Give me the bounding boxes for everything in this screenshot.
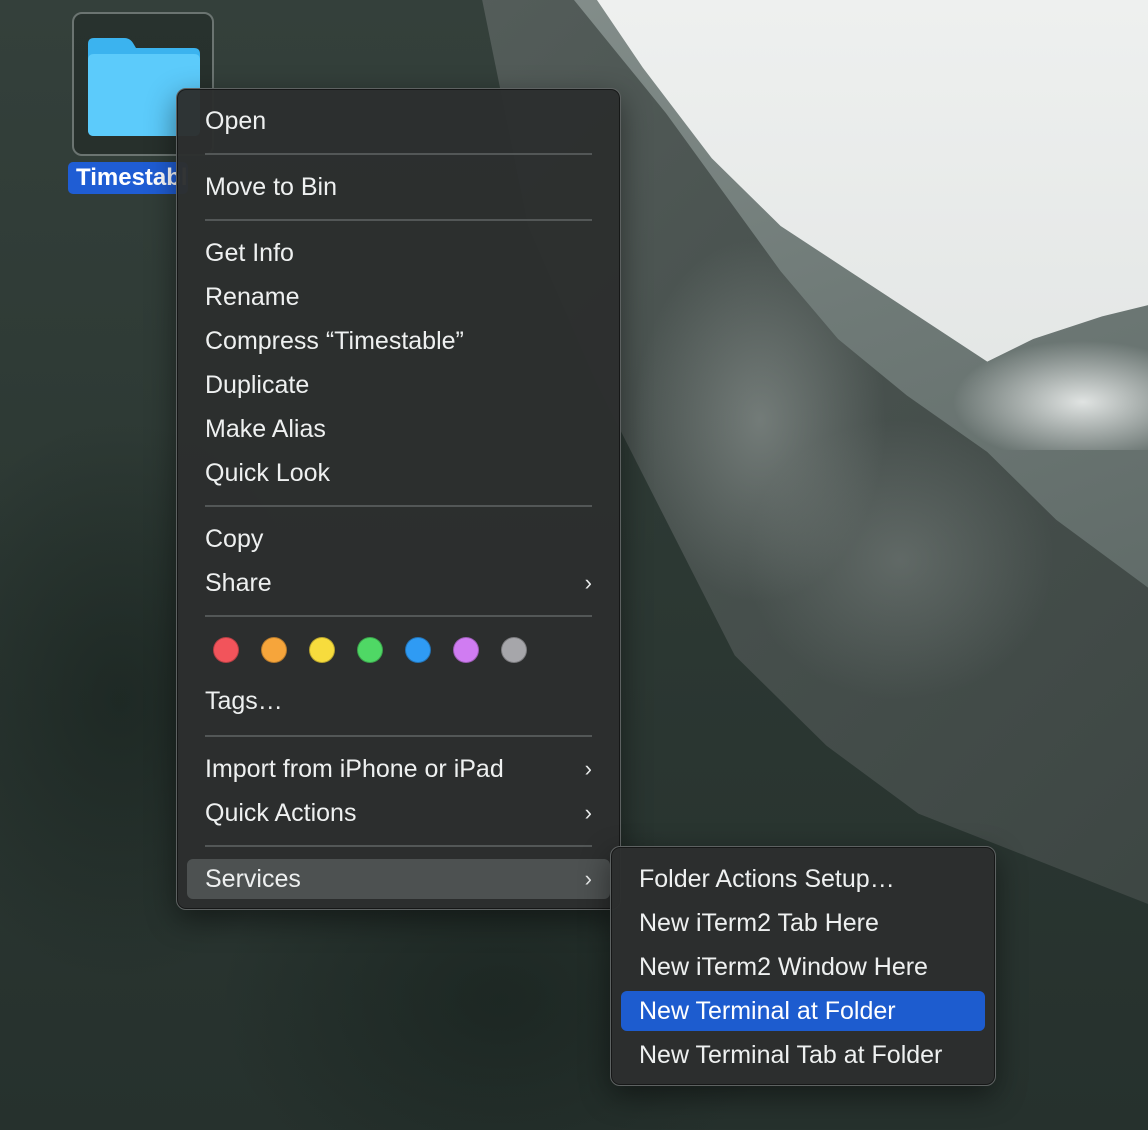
service-new-iterm2-window[interactable]: New iTerm2 Window Here: [621, 947, 985, 987]
context-menu: Open Move to Bin Get Info Rename Compres…: [176, 88, 621, 910]
service-new-iterm2-tab[interactable]: New iTerm2 Tab Here: [621, 903, 985, 943]
service-new-terminal-tab-at-folder[interactable]: New Terminal Tab at Folder: [621, 1035, 985, 1075]
menu-item-quick-look[interactable]: Quick Look: [187, 453, 610, 493]
menu-item-open[interactable]: Open: [187, 101, 610, 141]
folder-name-label[interactable]: Timestable: [68, 162, 188, 194]
menu-item-compress[interactable]: Compress “Timestable”: [187, 321, 610, 361]
menu-item-tags[interactable]: Tags…: [187, 681, 610, 721]
menu-separator: [205, 845, 592, 847]
menu-item-import-from-iphone[interactable]: Import from iPhone or iPad ›: [187, 749, 610, 789]
tag-green-dot[interactable]: [357, 637, 383, 663]
menu-separator: [205, 219, 592, 221]
menu-item-quick-actions[interactable]: Quick Actions ›: [187, 793, 610, 833]
tag-red-dot[interactable]: [213, 637, 239, 663]
service-folder-actions-setup[interactable]: Folder Actions Setup…: [621, 859, 985, 899]
tag-gray-dot[interactable]: [501, 637, 527, 663]
menu-separator: [205, 505, 592, 507]
tag-purple-dot[interactable]: [453, 637, 479, 663]
menu-item-duplicate[interactable]: Duplicate: [187, 365, 610, 405]
chevron-right-icon: ›: [584, 866, 592, 891]
service-new-terminal-at-folder[interactable]: New Terminal at Folder: [621, 991, 985, 1031]
menu-item-get-info[interactable]: Get Info: [187, 233, 610, 273]
menu-item-services-label: Services: [205, 865, 301, 893]
menu-item-copy[interactable]: Copy: [187, 519, 610, 559]
menu-item-make-alias[interactable]: Make Alias: [187, 409, 610, 449]
menu-item-rename[interactable]: Rename: [187, 277, 610, 317]
services-submenu: Folder Actions Setup… New iTerm2 Tab Her…: [610, 846, 996, 1086]
chevron-right-icon: ›: [584, 756, 592, 781]
menu-item-quick-actions-label: Quick Actions: [205, 799, 357, 827]
tag-yellow-dot[interactable]: [309, 637, 335, 663]
tag-blue-dot[interactable]: [405, 637, 431, 663]
menu-item-move-to-bin[interactable]: Move to Bin: [187, 167, 610, 207]
menu-separator: [205, 615, 592, 617]
chevron-right-icon: ›: [584, 570, 592, 595]
menu-item-import-label: Import from iPhone or iPad: [205, 755, 504, 783]
menu-separator: [205, 735, 592, 737]
wallpaper-snow-patch: [930, 330, 1148, 450]
chevron-right-icon: ›: [584, 800, 592, 825]
menu-item-share-label: Share: [205, 569, 272, 597]
menu-item-share[interactable]: Share ›: [187, 563, 610, 603]
menu-separator: [205, 153, 592, 155]
tag-orange-dot[interactable]: [261, 637, 287, 663]
menu-item-services[interactable]: Services ›: [187, 859, 610, 899]
